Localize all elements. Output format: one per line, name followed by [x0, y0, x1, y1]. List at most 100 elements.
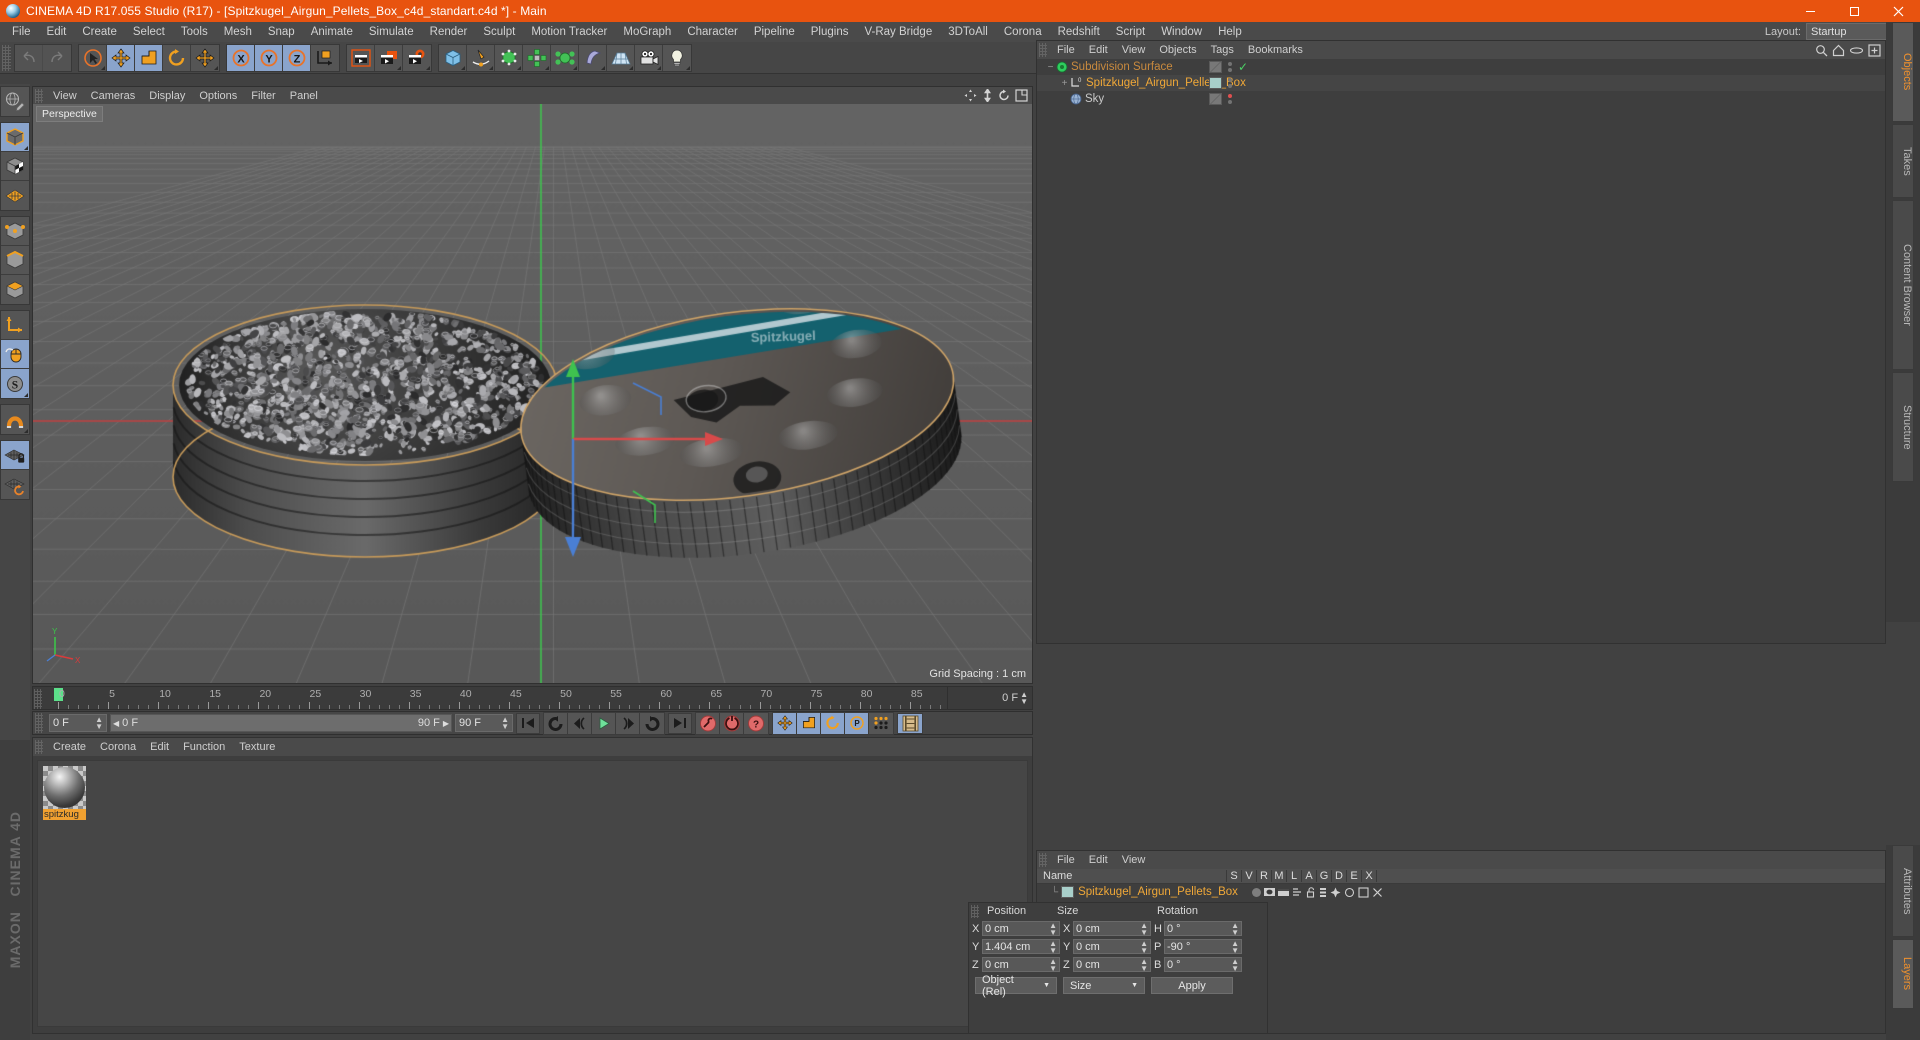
play-button[interactable] [592, 712, 616, 734]
column-header-v[interactable]: V [1242, 870, 1257, 882]
menu-item-redshift[interactable]: Redshift [1050, 24, 1108, 40]
om-menu-bookmarks[interactable]: Bookmarks [1241, 43, 1310, 57]
add-generator-button[interactable] [495, 44, 523, 71]
add-deformer-button[interactable] [579, 44, 607, 71]
scale-view-icon[interactable] [981, 89, 994, 102]
menu-item-corona[interactable]: Corona [996, 24, 1050, 40]
column-header-d[interactable]: D [1332, 870, 1347, 882]
tool-expand-corner-icon[interactable] [601, 65, 605, 70]
menu-item-snap[interactable]: Snap [260, 24, 303, 40]
tab-takes[interactable]: Takes [1892, 124, 1914, 198]
viewport-menu-cameras[interactable]: Cameras [84, 89, 143, 103]
add-light-button[interactable] [663, 44, 691, 71]
record-key-button[interactable] [696, 712, 720, 734]
menu-item-select[interactable]: Select [125, 24, 173, 40]
viewport-solo-button[interactable] [1, 340, 29, 369]
home-icon[interactable] [1832, 44, 1845, 57]
render-view-button[interactable] [347, 44, 375, 71]
expression-icon[interactable] [1358, 886, 1369, 898]
attr-menu-file[interactable]: File [1050, 853, 1082, 867]
om-menu-edit[interactable]: Edit [1082, 43, 1115, 57]
transform-tool-button[interactable] [191, 44, 219, 71]
mat-menu-texture[interactable]: Texture [232, 740, 282, 754]
tool-expand-corner-icon[interactable] [657, 65, 661, 70]
spinner-icon[interactable]: ▲ ▼ [1231, 921, 1239, 936]
add-scene-object-button[interactable] [551, 44, 579, 71]
key-position-button[interactable] [773, 712, 797, 734]
menu-item-3dtoall[interactable]: 3DToAll [940, 24, 996, 40]
solo-dot-icon[interactable] [1251, 887, 1261, 897]
expander-expand-icon[interactable]: + [1059, 78, 1070, 89]
search-icon[interactable] [1815, 44, 1828, 57]
go-to-end-button[interactable] [668, 712, 692, 734]
add-spline-button[interactable] [467, 44, 495, 71]
play-backwards-button[interactable] [544, 712, 568, 734]
visible-icon[interactable] [1263, 887, 1275, 897]
play-forwards-button[interactable] [640, 712, 664, 734]
size-x-input[interactable]: 0 cm ▲ ▼ [1073, 921, 1151, 936]
material-list[interactable]: spitzkug [37, 760, 1028, 1027]
enable-snap-button[interactable] [1, 405, 29, 434]
scale-tool-button[interactable] [135, 44, 163, 71]
xref-icon[interactable] [1372, 887, 1383, 898]
column-header-name[interactable]: Name [1037, 870, 1227, 882]
size-mode-dropdown[interactable]: Size ▼ [1063, 977, 1145, 994]
viewport-menu-grip[interactable] [35, 88, 43, 103]
spinner-icon[interactable]: ▲ ▼ [1231, 957, 1239, 972]
material-manager-grip[interactable] [35, 740, 43, 754]
position-z-input[interactable]: 0 cm ▲ ▼ [982, 957, 1060, 972]
texture-mode-button[interactable] [1, 152, 29, 181]
tab-structure[interactable]: Structure [1892, 372, 1914, 482]
timeline-ruler[interactable]: 051015202530354045505560657075808590 [44, 687, 947, 709]
om-menu-view[interactable]: View [1115, 43, 1153, 57]
spinner-icon[interactable]: ▲ ▼ [1049, 921, 1057, 936]
visibility-dots[interactable] [1228, 62, 1232, 72]
menu-item-plugins[interactable]: Plugins [803, 24, 857, 40]
timeline-frame-field[interactable]: 0 F ▲ ▼ [947, 687, 1032, 709]
om-menu-file[interactable]: File [1050, 43, 1082, 57]
list-icon[interactable] [1319, 887, 1327, 898]
tool-expand-corner-icon[interactable] [24, 393, 28, 397]
axis-mode-button[interactable] [1, 311, 29, 340]
model-mode-button[interactable] [1, 123, 29, 152]
tag-checker-icon[interactable] [1209, 93, 1222, 105]
menu-item-simulate[interactable]: Simulate [361, 24, 422, 40]
render-region-button[interactable] [375, 44, 403, 71]
expander-collapse-icon[interactable]: − [1045, 62, 1056, 73]
layout-view-icon[interactable] [1015, 89, 1028, 102]
spinner-icon[interactable]: ▲ ▼ [1020, 691, 1028, 706]
lock-x-axis-button[interactable]: X [227, 44, 255, 71]
mat-menu-edit[interactable]: Edit [143, 740, 176, 754]
add-cube-button[interactable] [439, 44, 467, 71]
position-y-input[interactable]: 1.404 cm ▲ ▼ [982, 939, 1060, 954]
align-workplane-button[interactable] [1, 470, 29, 499]
select-tool-button[interactable] [79, 44, 107, 71]
spinner-icon[interactable]: ▲ ▼ [1140, 957, 1148, 972]
tab-content-browser[interactable]: Content Browser [1892, 200, 1914, 370]
range-right-arrow-icon[interactable]: ▶ [443, 719, 449, 728]
rotation-p-input[interactable]: -90 ° ▲ ▼ [1164, 939, 1242, 954]
undo-button[interactable] [15, 44, 43, 71]
tab-layers[interactable]: Layers [1892, 939, 1914, 1009]
menu-item-mesh[interactable]: Mesh [216, 24, 260, 40]
motion-icon[interactable] [1292, 887, 1303, 897]
tool-expand-corner-icon[interactable] [573, 65, 577, 70]
position-x-input[interactable]: 0 cm ▲ ▼ [982, 921, 1060, 936]
size-y-input[interactable]: 0 cm ▲ ▼ [1073, 939, 1151, 954]
column-header-a[interactable]: A [1302, 870, 1317, 882]
animation-grip[interactable] [35, 713, 43, 733]
tool-expand-corner-icon[interactable] [629, 65, 633, 70]
timeline-view-button[interactable] [897, 712, 923, 734]
polygon-mode-button[interactable] [1, 275, 29, 304]
tab-objects[interactable]: Objects [1892, 22, 1914, 122]
add-array-button[interactable] [523, 44, 551, 71]
menu-item-script[interactable]: Script [1108, 24, 1153, 40]
key-parameter-button[interactable] [869, 712, 893, 734]
rotation-b-input[interactable]: 0 ° ▲ ▼ [1164, 957, 1242, 972]
rotation-h-input[interactable]: 0 ° ▲ ▼ [1164, 921, 1242, 936]
menu-item-render[interactable]: Render [422, 24, 476, 40]
column-header-l[interactable]: L [1287, 870, 1302, 882]
viewport-menu-filter[interactable]: Filter [244, 89, 282, 103]
spinner-icon[interactable]: ▲ ▼ [1231, 939, 1239, 954]
toolbar-grip[interactable] [2, 44, 11, 71]
